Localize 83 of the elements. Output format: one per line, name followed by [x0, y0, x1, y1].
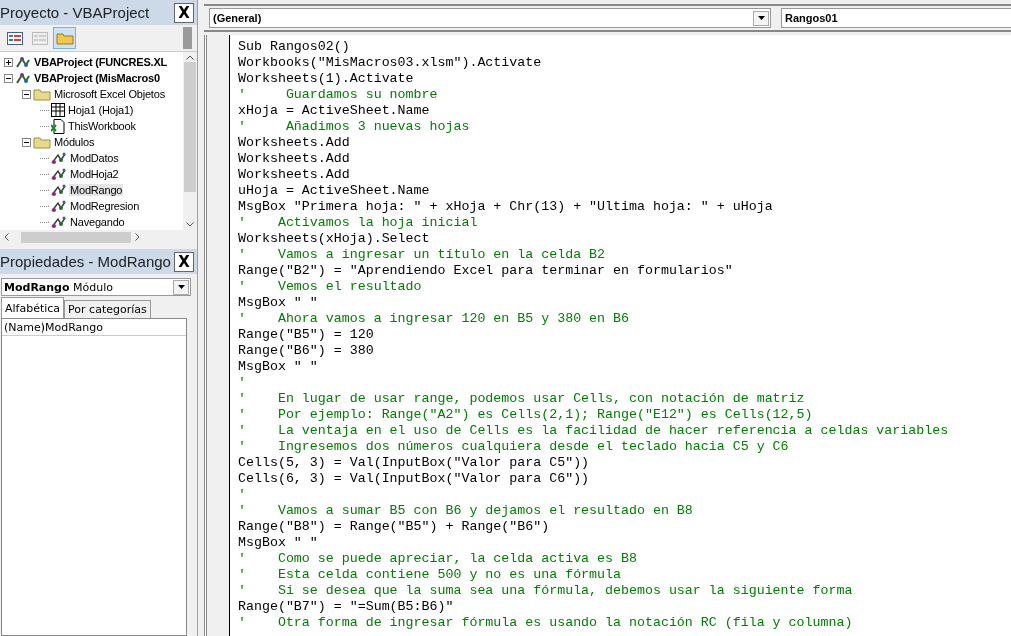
- code-line: Cells(5, 3) = Val(InputBox("Valor para C5")): [238, 455, 591, 471]
- code-line: Workbooks("MisMacros03.xlsm").Activate: [238, 55, 543, 71]
- close-button[interactable]: X: [174, 251, 194, 272]
- project-icon: [15, 55, 31, 69]
- expand-toggle[interactable]: [22, 89, 31, 99]
- code-line: xHoja = ActiveSheet.Name: [238, 103, 431, 119]
- pane-title: Proyecto - VBAProject: [0, 4, 150, 21]
- code-comment: ': [238, 487, 247, 503]
- module-icon: [51, 215, 67, 229]
- chevron-down-icon[interactable]: [186, 222, 194, 227]
- caret-icon: [177, 285, 185, 289]
- tab[interactable]: Alfabética: [1, 297, 65, 318]
- module-icon: [51, 183, 67, 197]
- tree-item[interactable]: Navegando: [69, 216, 126, 228]
- code-line: Worksheets(1).Activate: [238, 71, 415, 87]
- tree-item[interactable]: VBAProject (MisMacros0: [33, 72, 161, 84]
- close-button[interactable]: X: [174, 2, 194, 23]
- code-line: Cells(6, 3) = Val(InputBox("Valor para C6")): [238, 471, 591, 487]
- module-icon: [51, 151, 67, 165]
- code-comment: ' Como se puede apreciar, la celda activa es B8: [238, 551, 638, 567]
- chevron-left-icon[interactable]: [4, 233, 9, 241]
- tree-item[interactable]: ModRegresion: [69, 200, 141, 212]
- code-comment: ' Añadimos 3 nuevas hojas: [238, 119, 471, 135]
- sheet-icon: [51, 103, 65, 117]
- code-comment: ' Por ejemplo: Range("A2") es Cells(2,1); Range("E12") es Cells(12,5): [238, 407, 814, 423]
- code-line: Range("B5") = 120: [238, 327, 375, 343]
- code-line: Worksheets.Add: [238, 135, 351, 151]
- scrollbar[interactable]: [183, 52, 197, 230]
- property-name: (Name): [2, 320, 43, 334]
- code-line: Range("B2") = "Aprendiendo Excel para terminar en formularios": [238, 263, 734, 279]
- module-icon: [51, 167, 67, 181]
- expand-toggle[interactable]: [22, 137, 31, 147]
- tree-item[interactable]: Microsoft Excel Objetos: [53, 88, 166, 100]
- pane-title: Propiedades - ModRango: [0, 253, 171, 270]
- scrollbar[interactable]: [183, 27, 192, 49]
- code-comment: ' Otra forma de ingresar fórmula es usando la notación RC (fila y columna): [238, 615, 854, 631]
- code-line: MsgBox " ": [238, 295, 319, 311]
- expand-toggle[interactable]: [4, 57, 13, 67]
- code-comment: ' En lugar de usar range, podemos usar Cells, con notación de matriz: [238, 391, 806, 407]
- code-comment: ' Ingresemos dos números cualquiera desde el teclado hacia C5 y C6: [238, 439, 790, 455]
- workbook-icon: [51, 118, 65, 134]
- code-comment: ' Vamos a sumar B5 con B6 y dejamos el resultado en B8: [238, 503, 694, 519]
- tree-item[interactable]: ThisWorkbook: [67, 120, 137, 132]
- code-line: MsgBox " ": [238, 535, 319, 551]
- tree-item[interactable]: ModDatos: [69, 152, 120, 164]
- folder-icon: [33, 135, 51, 149]
- tree-item[interactable]: ModHoja2: [69, 168, 120, 180]
- tree-item[interactable]: Hoja1 (Hoja1): [67, 104, 135, 116]
- code-line: Worksheets(xHoja).Select: [238, 231, 431, 247]
- project-icon: [15, 71, 31, 85]
- code-line: MsgBox " ": [238, 359, 319, 375]
- module-icon: [51, 199, 67, 213]
- tree-item[interactable]: Módulos: [53, 136, 96, 148]
- folder-toggle-button[interactable]: [53, 27, 76, 49]
- tab[interactable]: Por categorías: [64, 300, 151, 318]
- code-comment: ' Vemos el resultado: [238, 279, 423, 295]
- code-line: Worksheets.Add: [238, 167, 351, 183]
- code-comment: ' Vamos a ingresar un título en la celda B2: [238, 247, 607, 263]
- chevron-right-icon[interactable]: [135, 233, 140, 241]
- folder-icon: [33, 87, 51, 101]
- code-comment: ' La ventaja en el uso de Cells es la facilidad de hacer referencia a celdas variables: [238, 423, 949, 439]
- expand-toggle[interactable]: [4, 73, 13, 83]
- code-comment: ' Si se desea que la suma sea una fórmula, debemos usar la siguiente forma: [238, 583, 854, 599]
- code-comment: ' Guardamos su nombre: [238, 87, 439, 103]
- caret-icon: [757, 16, 765, 20]
- procedure-dropdown[interactable]: Rangos01: [781, 8, 1011, 28]
- code-line: uHoja = ActiveSheet.Name: [238, 183, 431, 199]
- code-comment: ' Esta celda contiene 500 y no es una fórmula: [238, 567, 622, 583]
- tree-item[interactable]: ModRango: [69, 184, 124, 196]
- code-comment: ' Activamos la hoja inicial: [238, 215, 479, 231]
- code-line: Range("B7") = "=Sum(B5:B6)": [238, 599, 455, 615]
- code-line: Sub Rangos02(): [238, 39, 351, 55]
- code-line: Range("B8") = Range("B5") + Range("B6"): [238, 519, 551, 535]
- code-comment: ' Ahora vamos a ingresar 120 en B5 y 380 en B6: [238, 311, 630, 327]
- object-dropdown[interactable]: (General): [209, 8, 771, 28]
- object-dropdown[interactable]: ModRango Módulo: [1, 278, 191, 296]
- property-value[interactable]: ModRango: [43, 320, 104, 334]
- code-comment: ': [238, 375, 247, 391]
- chevron-up-icon[interactable]: [186, 55, 194, 60]
- code-line: MsgBox "Primera hoja: " + xHoja + Chr(13) + "Ultima hoja: " + uHoja: [238, 199, 774, 215]
- code-line: Range("B6") = 380: [238, 343, 375, 359]
- code-line: Worksheets.Add: [238, 151, 351, 167]
- tree-item[interactable]: VBAProject (FUNCRES.XL: [33, 56, 169, 68]
